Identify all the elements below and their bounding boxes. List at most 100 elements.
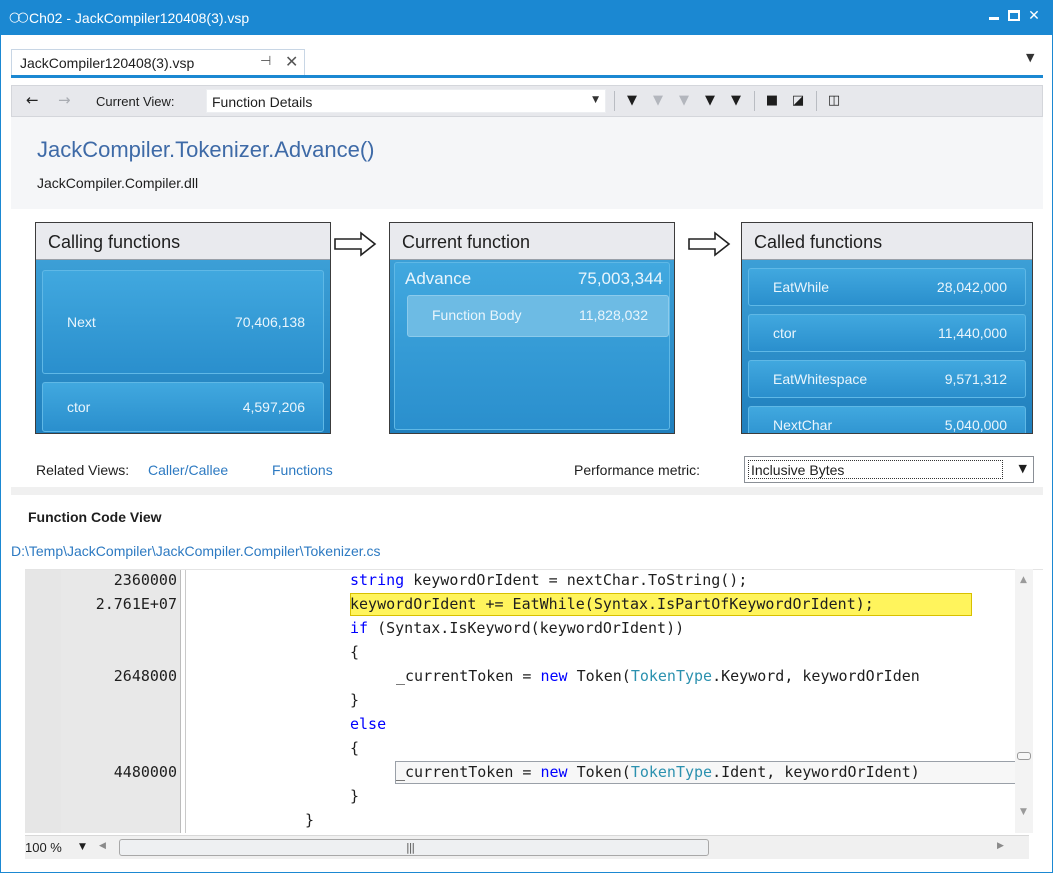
current-function-name: Advance [405, 269, 472, 288]
line-source-code: keywordOrIdent += EatWhile(Syntax.IsPart… [350, 595, 874, 613]
pin-icon[interactable]: ⊣ [260, 54, 271, 69]
toolbar-separator [754, 91, 755, 111]
minimize-icon [989, 17, 999, 20]
code-line: 2648000 _currentToken = new Token(TokenTy… [25, 664, 1025, 688]
called-function-value: 5,040,000 [944, 417, 1007, 433]
calling-function-block[interactable]: ctor 4,597,206 [42, 382, 324, 432]
vertical-scrollbar[interactable]: ▲ ▼ [1015, 569, 1033, 833]
clear-filter-icon[interactable]: ▼ [648, 91, 668, 111]
maximize-icon [1008, 10, 1020, 21]
current-function-title: Current function [402, 232, 531, 252]
chevron-down-icon: ▼ [592, 95, 599, 105]
editor-status-bar: 100 % ▼ ◀ ||| ▶ [25, 835, 1029, 859]
panel-header: Calling functions [36, 223, 330, 260]
filter-settings-icon[interactable]: ▼ [726, 91, 746, 111]
source-file-link[interactable]: D:\Temp\JackCompiler\JackCompiler.Compil… [11, 543, 381, 559]
scroll-up-icon[interactable]: ▲ [1020, 575, 1027, 585]
code-line: { [25, 640, 1025, 664]
profiler-window: ○○ Ch02 - JackCompiler120408(3).vsp ✕ Ja… [0, 0, 1053, 873]
called-functions-panel: Called functions EatWhile 28,042,000 cto… [741, 222, 1033, 434]
called-function-block[interactable]: EatWhile 28,042,000 [748, 268, 1026, 306]
calling-function-value: 4,597,206 [242, 399, 305, 415]
zoom-level[interactable]: 100 % [25, 840, 62, 855]
close-window-button[interactable]: ✕ [1023, 5, 1045, 27]
document-tab-strip: JackCompiler120408(3).vsp ⊣ ✕ ▼ [1, 35, 1052, 78]
panel-header: Current function [390, 223, 674, 260]
line-source-code: string keywordOrIdent = nextChar.ToStrin… [350, 571, 748, 589]
grip-icon: ||| [406, 841, 415, 854]
code-line: 4480000 _currentToken = new Token(TokenTy… [25, 760, 1025, 784]
line-metric-value: 2360000 [113, 571, 177, 589]
minimize-button[interactable] [983, 5, 1005, 27]
function-body-value: 11,828,032 [578, 307, 648, 323]
code-line: } [25, 688, 1025, 712]
code-line: if (Syntax.IsKeyword(keywordOrIdent)) [25, 616, 1025, 640]
line-metric-value: 4480000 [113, 763, 177, 781]
function-flow-diagram: Calling functions Next 70,406,138 ctor 4… [11, 209, 1043, 489]
back-arrow-icon[interactable]: ← [26, 91, 39, 109]
function-header: JackCompiler.Tokenizer.Advance() JackCom… [11, 117, 1043, 209]
line-source-code: else [350, 715, 387, 733]
chevron-down-icon[interactable]: ▼ [79, 842, 86, 852]
code-line: 2.761E+07 keywordOrIdent += EatWhile(Synt… [25, 592, 1025, 616]
tab-close-icon[interactable]: ✕ [285, 52, 298, 71]
title-bar[interactable]: ○○ Ch02 - JackCompiler120408(3).vsp ✕ [1, 1, 1052, 35]
current-function-block[interactable]: Advance 75,003,344 Function Body 11,828,… [394, 262, 670, 430]
export-icon[interactable]: ◪ [788, 91, 808, 111]
code-editor[interactable]: 2360000 string keywordOrIdent = nextChar.… [25, 569, 1043, 833]
toolbar-separator [816, 91, 817, 111]
scroll-right-icon[interactable]: ▶ [997, 841, 1004, 851]
current-view-value: Function Details [212, 94, 313, 110]
flow-arrow-icon [334, 231, 377, 257]
related-views-bar: Related Views: Caller/Callee Functions P… [11, 453, 1043, 487]
calling-functions-panel: Calling functions Next 70,406,138 ctor 4… [35, 222, 331, 434]
code-line: } [25, 784, 1025, 808]
called-function-value: 9,571,312 [944, 371, 1007, 387]
calling-function-name: ctor [67, 399, 91, 415]
filter-add-icon[interactable]: ▼ [700, 91, 720, 111]
called-function-value: 11,440,000 [937, 325, 1007, 341]
called-function-name: NextChar [773, 417, 833, 433]
tab-document[interactable]: JackCompiler120408(3).vsp ⊣ ✕ [11, 49, 305, 75]
called-function-value: 28,042,000 [936, 279, 1007, 295]
split-view-icon[interactable]: ◫ [824, 91, 844, 111]
functions-link[interactable]: Functions [272, 462, 333, 478]
forward-arrow-icon[interactable]: → [58, 91, 71, 109]
save-icon[interactable]: ■ [762, 91, 782, 111]
panel-header: Called functions [742, 223, 1032, 260]
called-function-block[interactable]: EatWhitespace 9,571,312 [748, 360, 1026, 398]
line-source-code: } [350, 787, 360, 805]
called-function-block[interactable]: NextChar 5,040,000 [748, 406, 1026, 433]
panel-body: EatWhile 28,042,000 ctor 11,440,000 EatW… [742, 260, 1032, 433]
line-source-code: { [350, 643, 360, 661]
function-body-block[interactable]: Function Body 11,828,032 [407, 295, 669, 337]
scroll-thumb[interactable] [1017, 752, 1031, 760]
filter-icon[interactable]: ▼ [622, 91, 642, 111]
called-function-block[interactable]: ctor 11,440,000 [748, 314, 1026, 352]
performance-metric-select[interactable]: Inclusive Bytes ▼ [744, 456, 1034, 483]
view-toolbar: ← → Current View: Function Details ▼ ▼ ▼… [11, 85, 1043, 117]
called-function-name: EatWhitespace [773, 371, 868, 387]
current-function-panel: Current function Advance 75,003,344 Func… [389, 222, 675, 434]
module-name: JackCompiler.Compiler.dll [37, 175, 199, 191]
scroll-left-icon[interactable]: ◀ [99, 841, 106, 851]
close-icon: ✕ [1028, 8, 1040, 24]
calling-function-name: Next [67, 314, 96, 330]
calling-function-block[interactable]: Next 70,406,138 [42, 270, 324, 374]
toolbar-separator [614, 91, 615, 111]
line-source-code: { [350, 739, 360, 757]
horizontal-scroll-thumb[interactable]: ||| [119, 839, 709, 856]
line-source-code: if (Syntax.IsKeyword(keywordOrIdent)) [350, 619, 685, 637]
calling-function-value: 70,406,138 [234, 314, 305, 330]
function-body-name: Function Body [432, 307, 522, 323]
line-source-code: } [305, 811, 315, 829]
maximize-button[interactable] [1003, 5, 1025, 27]
current-view-select[interactable]: Function Details ▼ [206, 89, 606, 113]
caller-callee-link[interactable]: Caller/Callee [148, 462, 228, 478]
line-source-code: } [350, 691, 360, 709]
filter-disabled-icon[interactable]: ▼ [674, 91, 694, 111]
scroll-down-icon[interactable]: ▼ [1020, 807, 1027, 817]
tab-list-dropdown-icon[interactable]: ▼ [1026, 51, 1034, 64]
panel-body: Advance 75,003,344 Function Body 11,828,… [390, 260, 674, 433]
tab-underline [11, 75, 1043, 78]
